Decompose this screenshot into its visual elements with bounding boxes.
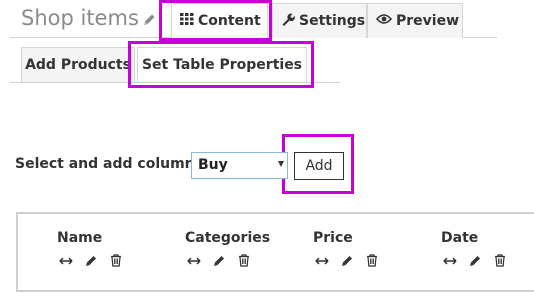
pencil-icon[interactable] xyxy=(142,12,157,27)
column-header-name: Name xyxy=(57,230,103,246)
trash-icon[interactable] xyxy=(494,254,506,267)
pencil-icon[interactable] xyxy=(213,254,226,267)
pencil-icon[interactable] xyxy=(85,254,98,267)
highlight-box xyxy=(159,0,272,41)
trash-icon[interactable] xyxy=(110,254,122,267)
subtab-label: Add Products xyxy=(25,57,131,73)
chevron-down-icon xyxy=(278,161,284,167)
column-select[interactable]: Buy xyxy=(191,152,288,179)
divider xyxy=(10,37,160,38)
resize-icon[interactable] xyxy=(59,256,73,266)
highlight-box xyxy=(128,41,314,88)
column-header-date: Date xyxy=(441,230,479,246)
eye-icon xyxy=(375,13,393,29)
select-columns-label: Select and add columns: xyxy=(15,156,209,172)
columns-table xyxy=(16,212,534,292)
tab-label: Settings xyxy=(299,13,366,29)
resize-icon[interactable] xyxy=(443,256,457,266)
add-column-button[interactable]: Add xyxy=(294,152,344,180)
column-header-price: Price xyxy=(313,230,353,246)
tab-label: Preview xyxy=(396,13,460,29)
column-header-categories: Categories xyxy=(185,230,271,246)
column-actions xyxy=(187,254,250,267)
column-actions xyxy=(315,254,378,267)
resize-icon[interactable] xyxy=(187,256,201,266)
button-label: Add xyxy=(305,158,333,174)
page-title: Shop items xyxy=(21,6,139,30)
column-actions xyxy=(443,254,506,267)
wrench-icon xyxy=(281,12,295,30)
pencil-icon[interactable] xyxy=(341,254,354,267)
tab-preview[interactable]: Preview xyxy=(367,3,463,38)
tab-settings[interactable]: Settings xyxy=(272,3,367,38)
column-actions xyxy=(59,254,122,267)
resize-icon[interactable] xyxy=(315,256,329,266)
subtab-add-products[interactable]: Add Products xyxy=(21,47,135,82)
trash-icon[interactable] xyxy=(238,254,250,267)
trash-icon[interactable] xyxy=(366,254,378,267)
select-value: Buy xyxy=(198,157,228,173)
pencil-icon[interactable] xyxy=(469,254,482,267)
